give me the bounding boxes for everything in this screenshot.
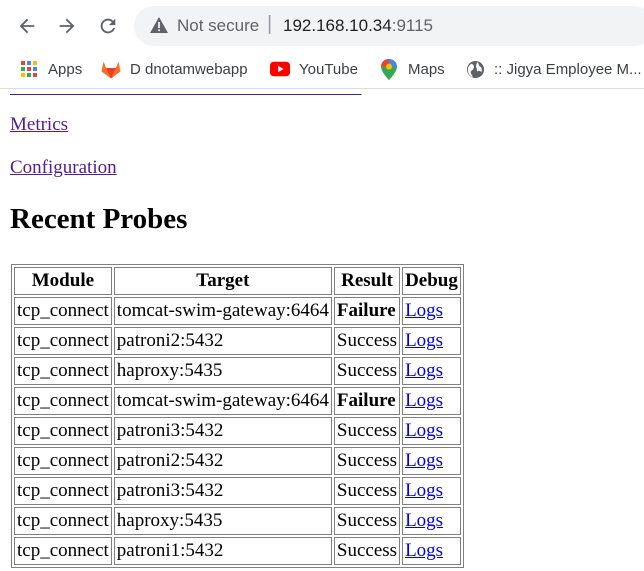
bookmark-dnotamwebapp[interactable]: D dnotamwebapp bbox=[101, 50, 248, 88]
logs-link[interactable]: Logs bbox=[405, 450, 443, 471]
bookmark-apps[interactable]: Apps bbox=[19, 50, 82, 88]
warning-triangle-icon bbox=[150, 17, 168, 38]
column-header-target: Target bbox=[113, 267, 332, 295]
result-cell: Success bbox=[333, 357, 401, 385]
bookmark-label: :: Jigya Employee M... bbox=[494, 60, 642, 78]
module-cell: tcp_connect bbox=[14, 417, 112, 445]
module-cell: tcp_connect bbox=[14, 507, 112, 535]
logs-link[interactable]: Logs bbox=[405, 420, 443, 441]
table-row: tcp_connect patroni1:5432 Success Logs bbox=[14, 537, 461, 565]
bookmark-label: YouTube bbox=[299, 60, 358, 78]
back-button[interactable] bbox=[14, 13, 40, 39]
clipped-link[interactable] bbox=[10, 89, 362, 99]
module-cell: tcp_connect bbox=[14, 297, 112, 325]
debug-cell: Logs bbox=[402, 417, 461, 445]
bookmark-label: Apps bbox=[48, 60, 83, 78]
debug-cell: Logs bbox=[402, 537, 461, 565]
module-cell: tcp_connect bbox=[14, 357, 112, 385]
module-cell: tcp_connect bbox=[14, 447, 112, 475]
result-cell: Success bbox=[333, 447, 401, 475]
result-cell: Success bbox=[333, 327, 401, 355]
result-cell: Failure bbox=[333, 387, 401, 415]
target-cell: patroni3:5432 bbox=[113, 477, 332, 505]
module-cell: tcp_connect bbox=[14, 537, 112, 565]
module-cell: tcp_connect bbox=[14, 327, 112, 355]
url-host: 192.168.10.34 bbox=[283, 16, 392, 35]
reload-icon bbox=[100, 18, 116, 34]
logs-link[interactable]: Logs bbox=[405, 480, 443, 501]
target-cell: patroni2:5432 bbox=[113, 447, 332, 475]
target-cell: haproxy:5435 bbox=[113, 507, 332, 535]
bookmark-maps[interactable]: Maps bbox=[379, 50, 445, 88]
target-cell: patroni2:5432 bbox=[113, 327, 332, 355]
column-header-module: Module bbox=[14, 267, 112, 295]
table-row: tcp_connect haproxy:5435 Success Logs bbox=[14, 357, 461, 385]
target-cell: haproxy:5435 bbox=[113, 357, 332, 385]
table-row: tcp_connect haproxy:5435 Success Logs bbox=[14, 507, 461, 535]
debug-cell: Logs bbox=[402, 447, 461, 475]
bookmark-jigya-employee[interactable]: :: Jigya Employee M... bbox=[465, 50, 642, 88]
address-separator: | bbox=[267, 13, 273, 35]
bookmarks-bar: Apps D dnotamwebapp YouTube Maps :: Jigy… bbox=[0, 50, 644, 89]
logs-link[interactable]: Logs bbox=[405, 510, 443, 531]
target-cell: patroni1:5432 bbox=[113, 537, 332, 565]
apps-grid-icon bbox=[19, 59, 39, 79]
logs-link[interactable]: Logs bbox=[405, 300, 443, 321]
target-cell: patroni3:5432 bbox=[113, 417, 332, 445]
result-cell: Failure bbox=[333, 297, 401, 325]
result-cell: Success bbox=[333, 417, 401, 445]
browser-toolbar: Not secure | 192.168.10.34:9115 bbox=[0, 0, 644, 50]
result-cell: Success bbox=[333, 477, 401, 505]
maps-pin-icon bbox=[379, 58, 399, 80]
bookmark-label: Maps bbox=[408, 60, 445, 78]
debug-cell: Logs bbox=[402, 387, 461, 415]
logs-link[interactable]: Logs bbox=[405, 540, 443, 561]
page-content: Metrics Configuration Recent Probes Modu… bbox=[0, 89, 644, 571]
bookmark-label: D dnotamwebapp bbox=[130, 60, 248, 78]
arrow-left-icon bbox=[19, 18, 35, 34]
gitlab-icon bbox=[101, 59, 121, 79]
target-cell: tomcat-swim-gateway:6464 bbox=[113, 387, 332, 415]
column-header-result: Result bbox=[333, 267, 401, 295]
debug-cell: Logs bbox=[402, 327, 461, 355]
result-cell: Success bbox=[333, 507, 401, 535]
table-body: tcp_connect tomcat-swim-gateway:6464 Failu… bbox=[14, 297, 461, 565]
metrics-link[interactable]: Metrics bbox=[10, 114, 68, 136]
globe-icon bbox=[465, 59, 485, 79]
address-bar[interactable]: Not secure | 192.168.10.34:9115 bbox=[134, 6, 644, 46]
forward-button[interactable] bbox=[54, 13, 80, 39]
logs-link[interactable]: Logs bbox=[405, 330, 443, 351]
debug-cell: Logs bbox=[402, 477, 461, 505]
table-row: tcp_connect patroni3:5432 Success Logs bbox=[14, 417, 461, 445]
url-text: 192.168.10.34:9115 bbox=[283, 16, 433, 36]
recent-probes-table: Module Target Result Debug tcp_connect to… bbox=[11, 264, 464, 568]
logs-link[interactable]: Logs bbox=[405, 360, 443, 381]
result-cell: Success bbox=[333, 537, 401, 565]
module-cell: tcp_connect bbox=[14, 387, 112, 415]
configuration-link[interactable]: Configuration bbox=[10, 157, 117, 179]
table-row: tcp_connect patroni2:5432 Success Logs bbox=[14, 327, 461, 355]
logs-link[interactable]: Logs bbox=[405, 390, 443, 411]
table-header-row: Module Target Result Debug bbox=[14, 267, 461, 295]
column-header-debug: Debug bbox=[402, 267, 461, 295]
table-row: tcp_connect tomcat-swim-gateway:6464 Failu… bbox=[14, 297, 461, 325]
table-row: tcp_connect tomcat-swim-gateway:6464 Failu… bbox=[14, 387, 461, 415]
module-cell: tcp_connect bbox=[14, 477, 112, 505]
reload-button[interactable] bbox=[95, 13, 121, 39]
page-title: Recent Probes bbox=[10, 203, 188, 235]
not-secure-label[interactable]: Not secure bbox=[177, 16, 259, 36]
debug-cell: Logs bbox=[402, 297, 461, 325]
url-port: :9115 bbox=[391, 16, 433, 35]
arrow-right-icon bbox=[59, 18, 75, 34]
debug-cell: Logs bbox=[402, 507, 461, 535]
target-cell: tomcat-swim-gateway:6464 bbox=[113, 297, 332, 325]
table-row: tcp_connect patroni3:5432 Success Logs bbox=[14, 477, 461, 505]
debug-cell: Logs bbox=[402, 357, 461, 385]
youtube-icon bbox=[270, 59, 290, 79]
bookmark-youtube[interactable]: YouTube bbox=[270, 50, 358, 88]
table-row: tcp_connect patroni2:5432 Success Logs bbox=[14, 447, 461, 475]
